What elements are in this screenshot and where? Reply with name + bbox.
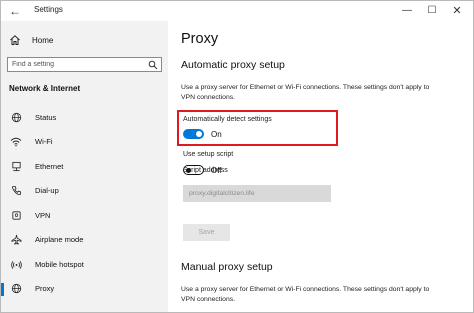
home-icon xyxy=(10,35,20,45)
globe-icon xyxy=(10,283,22,295)
section-heading: Network & Internet xyxy=(9,84,81,93)
script-address-field[interactable] xyxy=(183,185,331,202)
home-link[interactable]: Home xyxy=(9,33,53,47)
sidebar-item-label: VPN xyxy=(35,210,51,220)
sidebar-item-vpn[interactable]: VPN xyxy=(1,203,168,228)
sidebar-item-label: Ethernet xyxy=(35,161,64,171)
title-bar: ← Settings — ☐ ✕ xyxy=(1,1,473,21)
ethernet-icon xyxy=(10,160,22,172)
home-label: Home xyxy=(32,35,54,45)
maximize-button[interactable]: ☐ xyxy=(422,3,442,19)
sidebar-item-mobile-hotspot[interactable]: Mobile hotspot xyxy=(1,252,168,277)
globe-icon xyxy=(10,111,22,123)
sidebar-item-label: Wi-Fi xyxy=(35,137,53,147)
sidebar-item-status[interactable]: Status xyxy=(1,105,168,130)
sidebar-item-label: Status xyxy=(35,112,57,122)
phone-icon xyxy=(10,185,22,197)
main-content: Proxy Automatic proxy setup Use a proxy … xyxy=(168,21,473,312)
vpn-icon xyxy=(10,209,22,221)
detect-settings-toggle[interactable]: On xyxy=(183,129,222,139)
sidebar-nav: Status Wi-Fi Ethernet Dial-up VPN Airpla… xyxy=(1,105,168,301)
search-input[interactable] xyxy=(12,58,142,71)
search-box[interactable] xyxy=(7,57,162,72)
back-arrow-icon[interactable]: ← xyxy=(7,3,23,19)
detect-settings-label: Automatically detect settings xyxy=(183,116,272,123)
active-indicator xyxy=(1,282,4,296)
sidebar-item-ethernet[interactable]: Ethernet xyxy=(1,154,168,179)
sidebar: Home Network & Internet Status Wi-Fi xyxy=(1,21,168,312)
script-address-label: Script address xyxy=(183,167,228,174)
sidebar-item-label: Mobile hotspot xyxy=(35,259,84,269)
close-button[interactable]: ✕ xyxy=(447,3,467,19)
hotspot-icon xyxy=(10,258,22,270)
page-title: Proxy xyxy=(181,31,219,47)
search-icon[interactable] xyxy=(148,60,158,70)
airplane-icon xyxy=(10,234,22,246)
settings-window: ← Settings — ☐ ✕ Home Network & Internet xyxy=(0,0,474,313)
sidebar-item-label: Proxy xyxy=(35,284,55,294)
sidebar-item-proxy[interactable]: Proxy xyxy=(1,277,168,302)
sidebar-item-label: Dial-up xyxy=(35,186,59,196)
wifi-icon xyxy=(10,136,22,148)
sidebar-item-wifi[interactable]: Wi-Fi xyxy=(1,130,168,155)
sidebar-item-airplane-mode[interactable]: Airplane mode xyxy=(1,228,168,253)
automatic-setup-description: Use a proxy server for Ethernet or Wi-Fi… xyxy=(181,84,430,101)
setup-script-label: Use setup script xyxy=(183,151,234,158)
sidebar-item-label: Airplane mode xyxy=(35,235,84,245)
minimize-button[interactable]: — xyxy=(397,3,417,19)
window-title: Settings xyxy=(34,5,63,14)
toggle-knob xyxy=(196,131,202,137)
toggle-switch-on[interactable] xyxy=(183,129,204,139)
manual-setup-description: Use a proxy server for Ethernet or Wi-Fi… xyxy=(181,286,430,303)
sidebar-item-dial-up[interactable]: Dial-up xyxy=(1,179,168,204)
automatic-setup-heading: Automatic proxy setup xyxy=(181,59,285,71)
detect-settings-state: On xyxy=(211,129,222,139)
manual-setup-heading: Manual proxy setup xyxy=(181,261,273,273)
save-button[interactable]: Save xyxy=(183,224,230,241)
